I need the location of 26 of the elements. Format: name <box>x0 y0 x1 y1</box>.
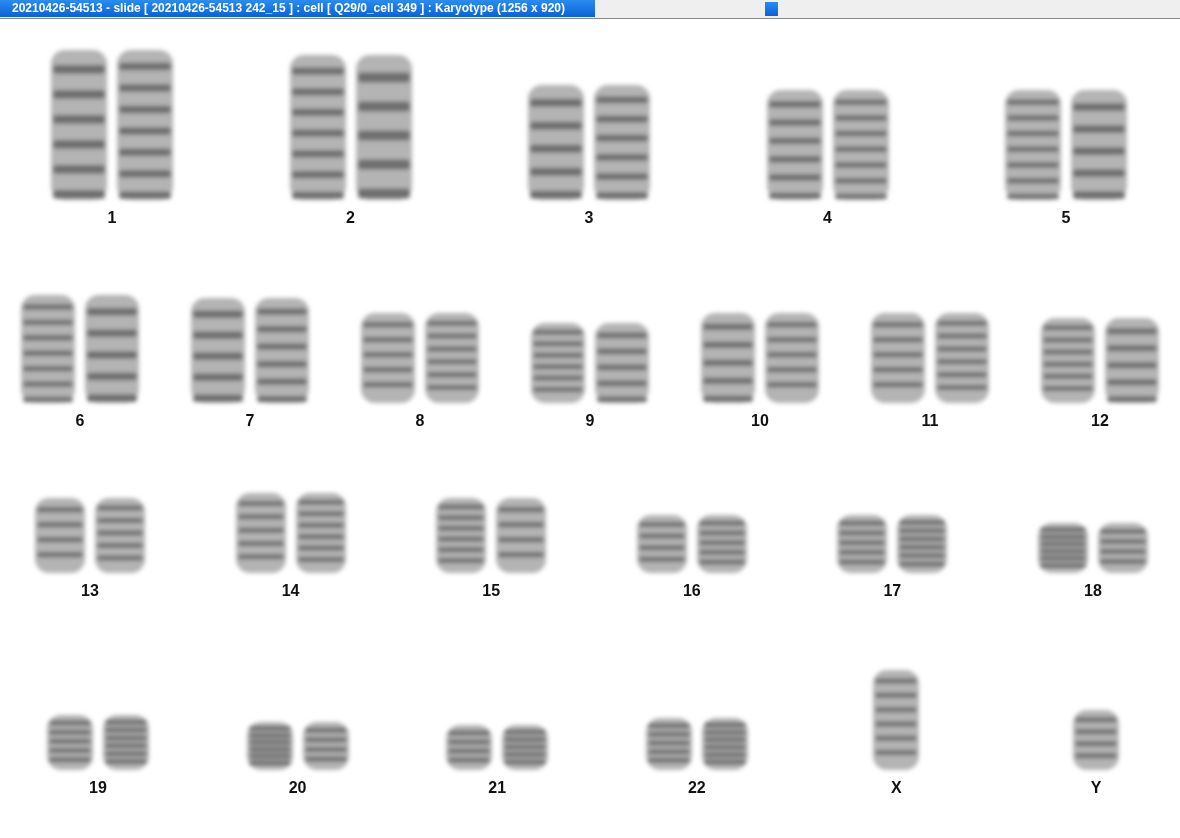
chromosome-label: 12 <box>1091 411 1109 430</box>
chromosome-label: 11 <box>921 411 939 430</box>
chromosome-label: 22 <box>687 778 706 797</box>
chromosome-label: 4 <box>823 208 832 227</box>
chromosome-label: 16 <box>682 581 701 600</box>
chromosome-label: 17 <box>883 581 902 600</box>
chromosome-label: 7 <box>245 411 255 430</box>
chromosome-label: 1 <box>107 208 117 227</box>
chromosome-label: 8 <box>415 411 425 430</box>
chromosome-label: 6 <box>75 411 85 430</box>
chromosome-label: 15 <box>482 581 501 600</box>
scroll-marker[interactable] <box>765 2 778 16</box>
chromosome-label: 13 <box>81 581 99 600</box>
chromosome-label: 3 <box>584 208 594 227</box>
chromosome-label: 10 <box>751 411 769 430</box>
chromosome-label: 5 <box>1061 208 1071 227</box>
chromosome-label: 20 <box>288 778 307 797</box>
chromosome-label: 9 <box>585 411 595 430</box>
chromosome-label: 2 <box>346 208 355 227</box>
window-title: 20210426-54513 - slide [ 20210426-54513 242_15 ] : cell [ Q29/0_cell 349 ] : Karyotype (1256 x 920) <box>0 0 595 17</box>
chromosome-label: 14 <box>281 581 300 600</box>
chromosome-label: X <box>891 778 902 797</box>
chromosome-label: Y <box>1090 778 1102 797</box>
chromosome-label: 19 <box>89 778 107 797</box>
chromosome-label: 21 <box>488 778 507 797</box>
chromosome-label: 18 <box>1084 581 1102 600</box>
